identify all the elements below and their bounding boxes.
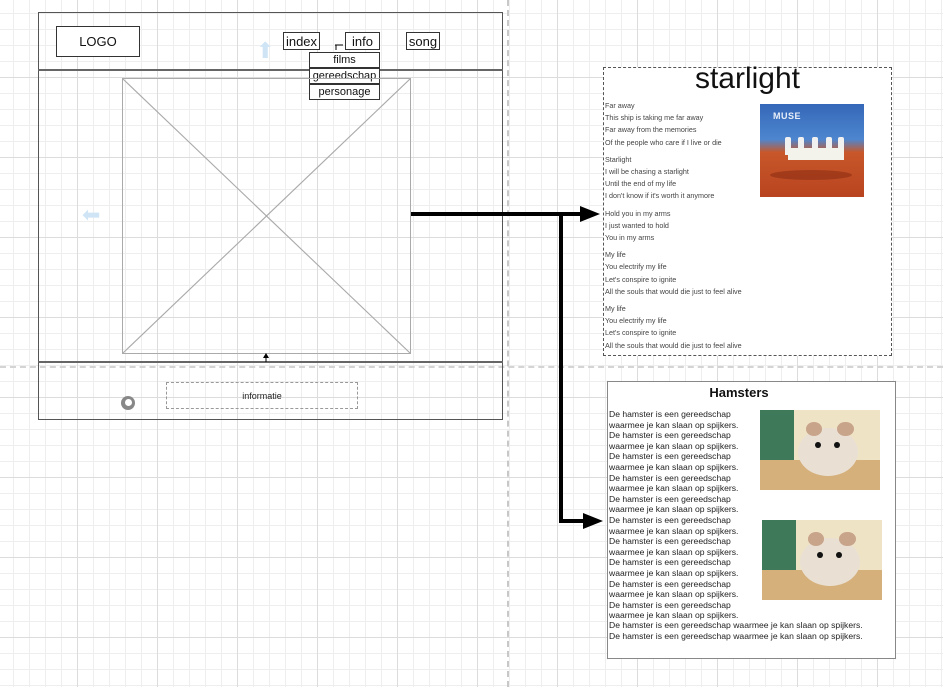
hamster-text-line: De hamster is een gereedschap (609, 536, 731, 547)
lyric-line: Let's conspire to ignite (605, 328, 677, 338)
wireframe-header-divider (38, 69, 503, 71)
lyric-line: This ship is taking me far away (605, 113, 704, 123)
hamster-text-line: De hamster is een gereedschap (609, 578, 731, 589)
hamster-text-line: De hamster is een gereedschap waarmee je… (609, 620, 863, 630)
lyric-line: Far away (605, 101, 635, 110)
footer-circle-icon (121, 396, 135, 410)
hamster-ear (838, 532, 856, 547)
lyric-line: Starlight (605, 154, 632, 164)
hamster-photo (762, 520, 882, 600)
lyric-stanza: Hold you in my arms I just wanted to hold… (605, 208, 765, 245)
lyric-line: My life (605, 304, 626, 314)
album-cover-image: MUSE (760, 104, 864, 197)
lyric-line: All the souls that would die just to fee… (605, 286, 742, 296)
lyric-line: You electrify my life (605, 262, 667, 272)
lyric-line: I just wanted to hold (605, 220, 669, 230)
ghost-arrow-left-icon: ⬅ (82, 202, 101, 227)
footer-info-box[interactable]: informatie (166, 382, 358, 409)
hamster-ear (836, 422, 854, 437)
hamster-text-line: De hamster is een gereedschap waarmee je… (609, 630, 863, 641)
logo-box[interactable]: LOGO (56, 26, 140, 57)
lyric-line: You electrify my life (605, 316, 667, 326)
hamster-text-line: De hamster is een gereedschap (609, 451, 731, 462)
hamster-text-line: De hamster is een gereedschap (609, 472, 731, 483)
page-divider-vertical (507, 0, 509, 687)
hamster-text-line: De hamster is een gereedschap (609, 409, 731, 419)
connector-arrowhead-hamster (583, 513, 603, 529)
hamster-text-line: waarmee je kan slaan op spijkers. (609, 461, 739, 472)
hamster-text-line: waarmee je kan slaan op spijkers. (609, 440, 739, 451)
lyric-line: Let's conspire to ignite (605, 274, 677, 284)
hamster-photo (760, 410, 880, 490)
lyric-line: All the souls that would die just to fee… (605, 340, 742, 350)
hamster-text-line: waarmee je kan slaan op spijkers. (609, 419, 739, 430)
ghost-arrow-up-icon: ⬆ (256, 38, 275, 63)
album-logo: MUSE (773, 111, 802, 121)
hamster-text-line: waarmee je kan slaan op spijkers. (609, 589, 739, 600)
lyric-stanza: My life You electrify my life Let's conspi… (605, 249, 765, 298)
hamster-wide-text: De hamster is een gereedschap waarmee je… (609, 620, 889, 641)
hamster-text-line: waarmee je kan slaan op spijkers. (609, 546, 739, 557)
nav-item-index[interactable]: index (283, 32, 320, 50)
hamster-text-line: waarmee je kan slaan op spijkers. (609, 483, 739, 494)
lyric-line: Far away from the memories (605, 125, 697, 135)
hamster-text-block: De hamster is een gereedschap waarmee je … (609, 409, 759, 621)
song-title: starlight (694, 62, 801, 95)
hamster-title: Hamsters (709, 385, 769, 400)
lyric-line: You in my arms (605, 233, 655, 243)
lyric-stanza: Starlight I will be chasing a starlight Un… (605, 154, 765, 203)
image-placeholder[interactable] (122, 78, 411, 354)
hamster-text-line: De hamster is een gereedschap (609, 514, 731, 525)
lyrics-block: Far away This ship is taking me far away F… (605, 100, 765, 357)
lyric-line: I don't know if it's worth it anymore (605, 191, 715, 201)
lyric-stanza: Far away This ship is taking me far away F… (605, 100, 765, 149)
hamster-text-line: De hamster is een gereedschap (609, 557, 731, 568)
lyric-line: Of the people who care if I live or die (605, 137, 722, 147)
dropdown-item-films[interactable]: films (309, 52, 380, 68)
hamster-text-line: De hamster is een gereedschap (609, 493, 731, 504)
nav-item-song[interactable]: song (406, 32, 440, 50)
wireframe-footer-divider (38, 361, 503, 363)
hamster-text-line: De hamster is een gereedschap (609, 599, 731, 610)
lyric-stanza: My life You electrify my life Let's conspi… (605, 303, 765, 352)
lyric-line: I will be chasing a starlight (605, 167, 689, 177)
nav-item-info[interactable]: info (345, 32, 380, 50)
connector-arrowhead-song (580, 206, 600, 222)
album-table-shadow (770, 170, 852, 180)
hamster-text-line: waarmee je kan slaan op spijkers. (609, 567, 739, 578)
hamster-text-line: De hamster is een gereedschap (609, 430, 731, 441)
lyric-line: Hold you in my arms (605, 208, 671, 218)
lyric-line: My life (605, 250, 626, 260)
lyric-line: Until the end of my life (605, 179, 677, 189)
hamster-text-line: waarmee je kan slaan op spijkers. (609, 504, 739, 515)
album-table (788, 148, 844, 160)
hamster-text-line: waarmee je kan slaan op spijkers. (609, 525, 739, 536)
placeholder-cross-icon (123, 79, 410, 353)
